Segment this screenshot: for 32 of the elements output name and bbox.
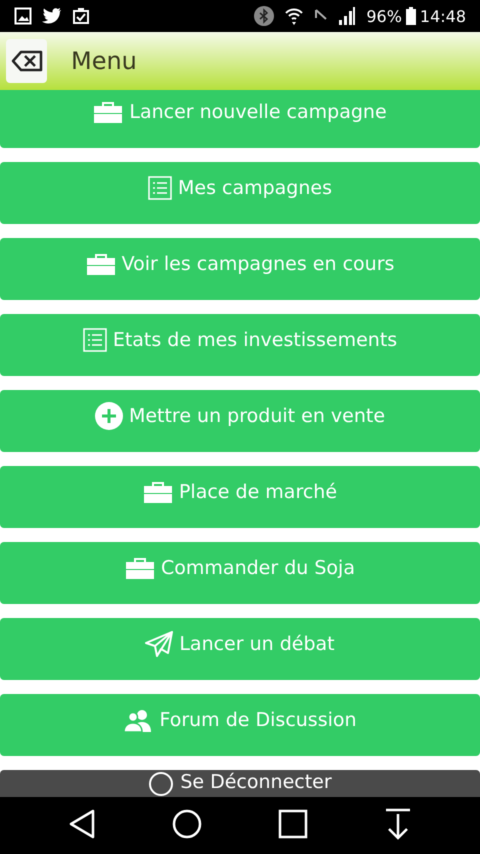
wifi-icon (284, 6, 304, 26)
briefcase-icon (142, 481, 173, 503)
menu-button[interactable]: Lancer nouvelle campagne (0, 90, 480, 148)
menu-button[interactable]: Voir les campagnes en cours (0, 238, 480, 300)
bird-icon (42, 8, 62, 24)
briefcase-icon (125, 557, 156, 579)
menu-button[interactable]: Commander du Soja (0, 542, 480, 604)
menu-button[interactable]: Etats de mes investissements (0, 314, 480, 376)
bluetooth-icon (254, 6, 274, 26)
list-icon (82, 328, 107, 352)
list-icon (148, 176, 172, 200)
battery-percent: 96% (366, 6, 402, 26)
menu-button[interactable]: Forum de Discussion (0, 694, 480, 756)
backspace-icon (10, 50, 42, 72)
plus-circle-icon (94, 402, 123, 430)
image-icon (14, 7, 32, 25)
clock-time: 14:48 (420, 6, 466, 26)
clipboard-check-icon (72, 7, 90, 25)
logout-button[interactable]: Se Déconnecter (0, 770, 480, 797)
menu-button[interactable]: Mettre un produit en vente (0, 390, 480, 452)
menu-button[interactable]: Lancer un débat (0, 618, 480, 680)
briefcase-icon (93, 101, 124, 123)
signal-icon (338, 7, 356, 25)
backspace-button[interactable] (6, 39, 47, 83)
battery-icon (406, 7, 416, 25)
menu-title: Menu (71, 47, 137, 75)
paper-plane-icon (145, 631, 174, 657)
users-icon (123, 708, 154, 732)
menu-button[interactable]: Mes campagnes (0, 162, 480, 224)
menu-button[interactable]: Place de marché (0, 466, 480, 528)
briefcase-icon (86, 253, 116, 275)
power-icon (148, 771, 174, 797)
